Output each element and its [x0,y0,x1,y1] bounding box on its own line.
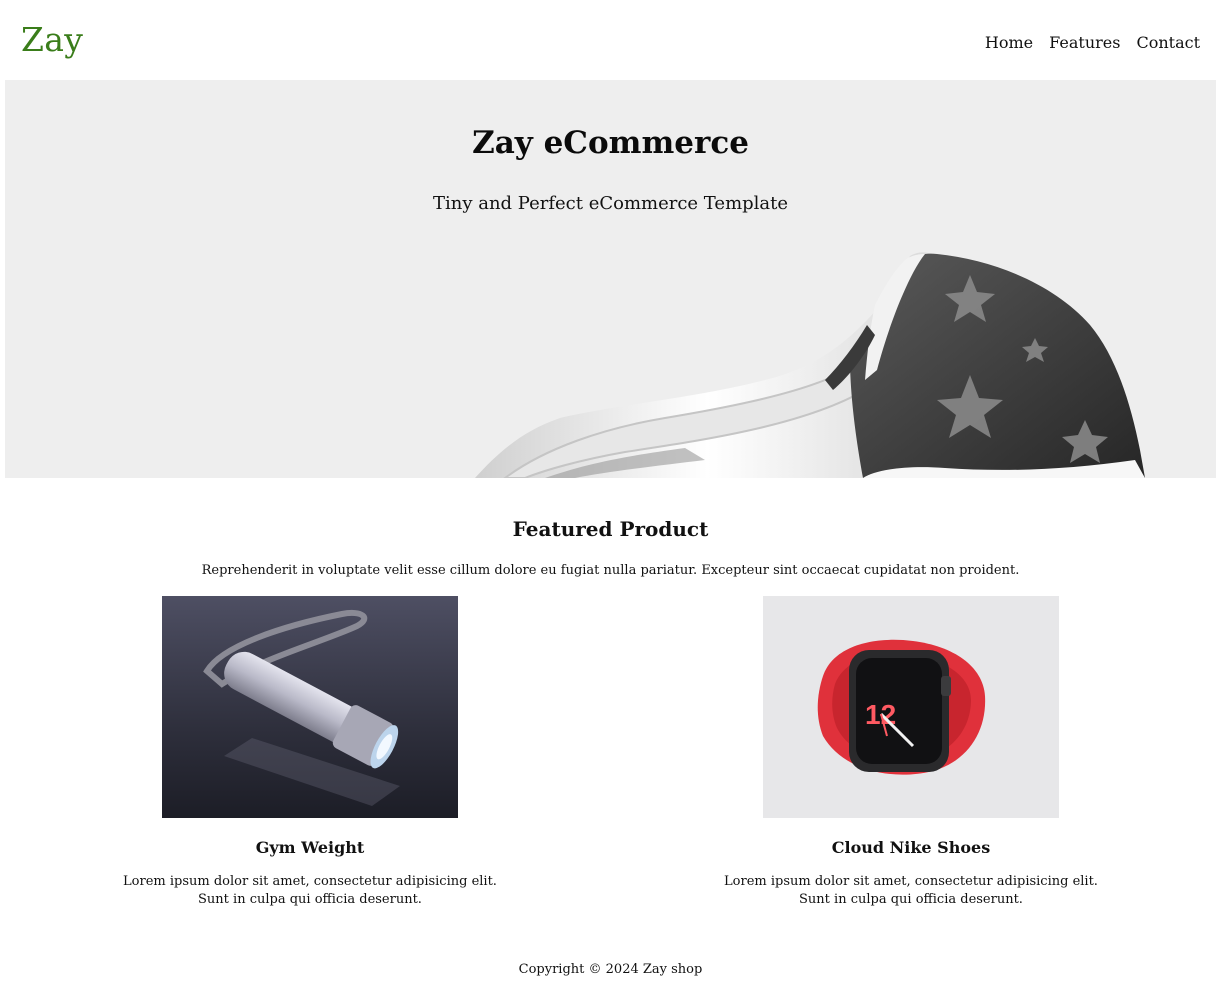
product-description: Lorem ipsum dolor sit amet, consectetur … [123,874,497,907]
featured-section-title: Featured Product [512,517,709,541]
main-nav: Home Features Contact [985,33,1200,52]
product-name[interactable]: Gym Weight [100,838,520,857]
nav-link-features[interactable]: Features [1049,33,1120,52]
product-card: Gym Weight Lorem ipsum dolor sit amet, c… [100,596,520,909]
product-image-watch[interactable]: 12 [763,596,1059,818]
product-image-flashlight[interactable] [162,596,458,818]
footer-copyright: Copyright © 2024 Zay shop [518,962,703,977]
nav-link-contact[interactable]: Contact [1136,33,1200,52]
nav-link-home[interactable]: Home [985,33,1033,52]
hero-banner: Zay eCommerce Tiny and Perfect eCommerce… [5,80,1216,478]
product-card: 12 Cloud Nike Shoes Lorem ipsum dolor si… [701,596,1121,909]
product-description: Lorem ipsum dolor sit amet, consectetur … [724,874,1098,907]
brand-logo[interactable]: Zay [21,21,83,58]
featured-section-description: Reprehenderit in voluptate velit esse ci… [201,563,1020,578]
navbar: Zay Home Features Contact [0,0,1221,80]
hero-subtitle: Tiny and Perfect eCommerce Template [432,193,789,214]
hero-title: Zay eCommerce [472,125,749,161]
product-name[interactable]: Cloud Nike Shoes [701,838,1121,857]
